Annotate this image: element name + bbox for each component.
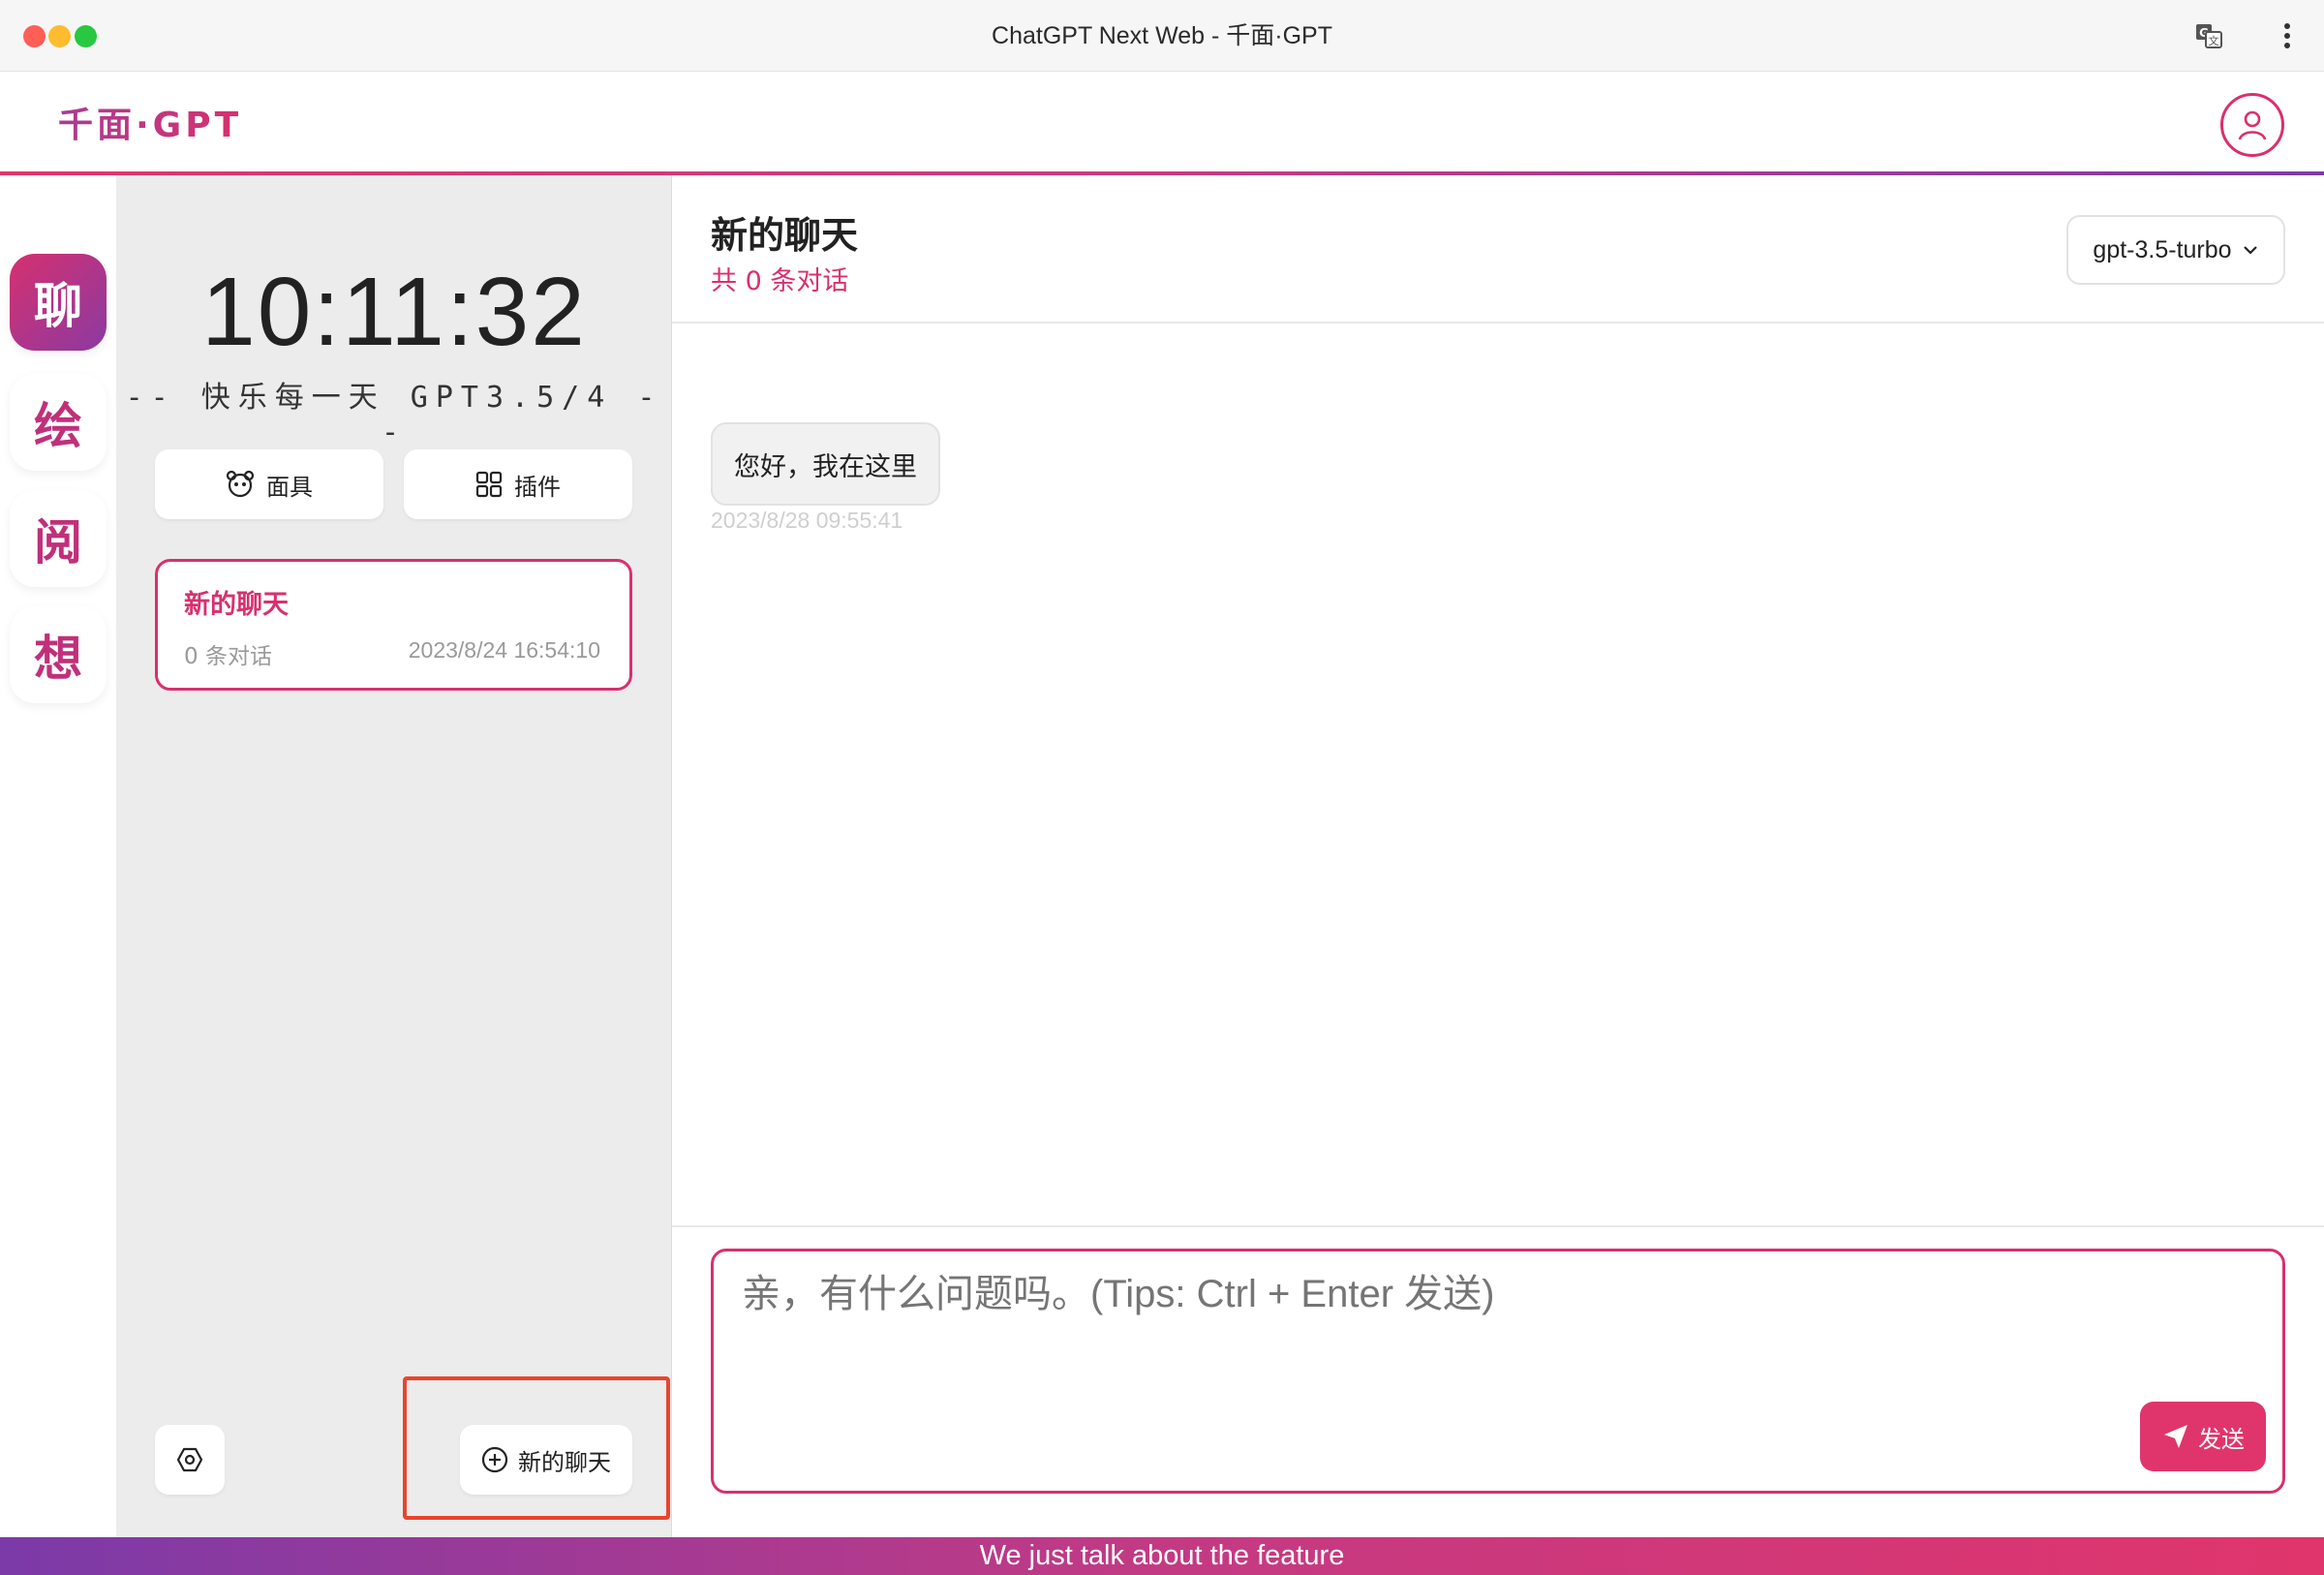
settings-icon (176, 1447, 203, 1472)
chat-message-count: 共 0 条对话 (711, 266, 849, 296)
svg-text:文: 文 (2209, 34, 2219, 47)
user-account-button[interactable] (2220, 93, 2284, 157)
chevron-down-icon (2243, 246, 2257, 255)
more-menu-icon[interactable] (2278, 19, 2297, 52)
chat-list-item[interactable] (155, 559, 632, 691)
app-header (0, 72, 2324, 174)
translate-icon[interactable]: G 文 (2194, 21, 2223, 50)
rail-item-read[interactable]: 阅 (10, 490, 107, 587)
annotation-highlight-box (403, 1376, 670, 1520)
send-button[interactable]: 发送 (2140, 1402, 2266, 1471)
assistant-message-bubble: 您好，我在这里 (711, 422, 940, 506)
clock-display: 10:11:32 (201, 258, 587, 366)
rail-item-chat[interactable]: 聊 (10, 254, 107, 351)
tagline: -- 快乐每一天 GPT3.5/4 -- (125, 381, 663, 449)
mask-icon (226, 470, 255, 498)
grid-icon (475, 471, 503, 498)
plugin-button-label: 插件 (514, 473, 561, 501)
chat-list-item-count: 0 条对话 (184, 644, 272, 669)
brand-logo: 千面·GPT (58, 97, 242, 155)
model-select-value: gpt-3.5-turbo (2093, 235, 2232, 263)
chat-title: 新的聊天 (711, 214, 859, 257)
send-arrow-icon (2164, 1425, 2187, 1448)
message-text: 您好，我在这里 (734, 451, 917, 482)
message-timestamp: 2023/8/28 09:55:41 (711, 508, 903, 533)
plugin-button[interactable]: 插件 (404, 449, 632, 519)
model-select[interactable]: gpt-3.5-turbo (2066, 215, 2285, 285)
footer-banner: We just talk about the feature (0, 1537, 2324, 1575)
send-button-label: 发送 (2198, 1425, 2245, 1453)
mask-button[interactable]: 面具 (155, 449, 383, 519)
message-input[interactable] (740, 1272, 2192, 1317)
chat-list-item-title: 新的聊天 (184, 590, 289, 620)
window-title: ChatGPT Next Web - 千面·GPT (992, 22, 1332, 49)
chat-list-item-time: 2023/8/24 16:54:10 (408, 637, 600, 663)
user-icon (2238, 110, 2267, 140)
rail-item-think[interactable]: 想 (10, 606, 107, 703)
rail-item-draw[interactable]: 绘 (10, 374, 107, 471)
settings-button[interactable] (155, 1425, 225, 1495)
mask-button-label: 面具 (266, 473, 313, 501)
